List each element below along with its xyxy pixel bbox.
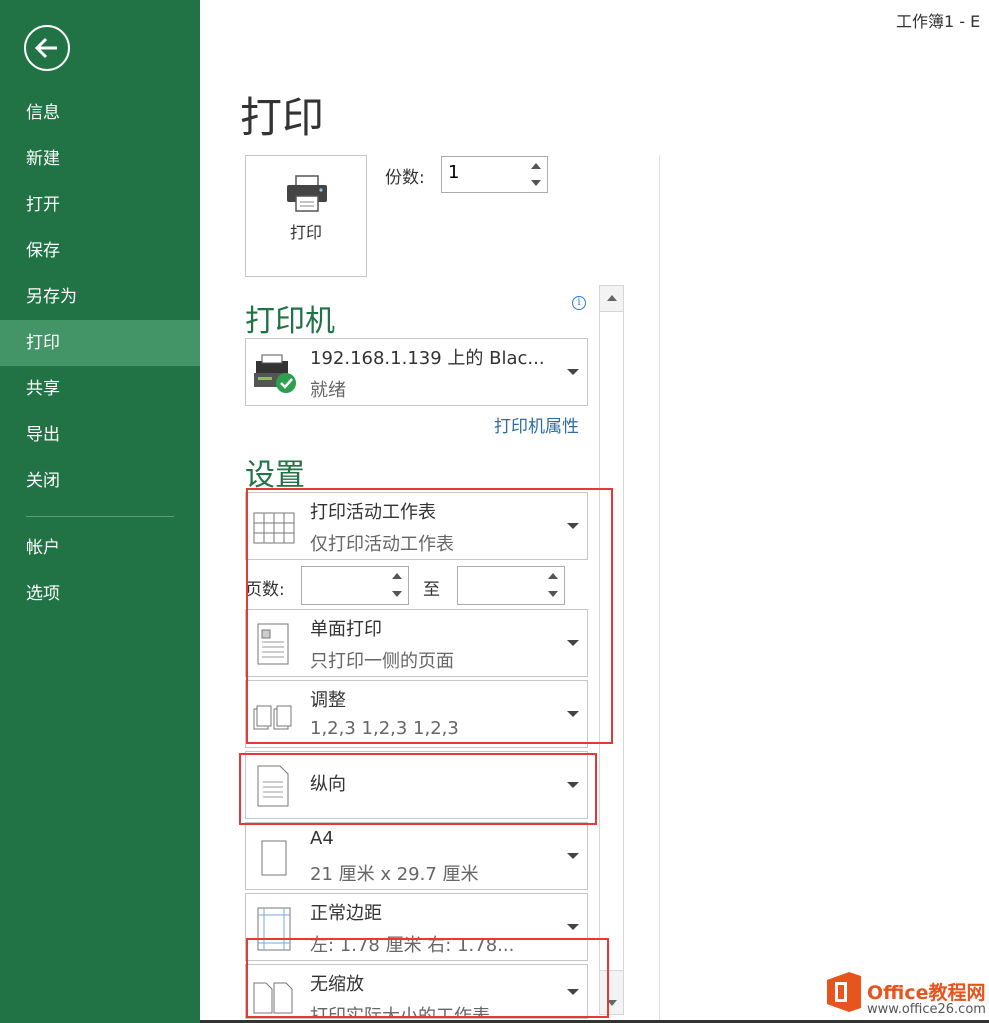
nav-item-print[interactable]: 打印 (0, 320, 200, 366)
highlight-box-orientation (239, 753, 597, 825)
nav-item-options[interactable]: 选项 (0, 571, 200, 617)
paper-size-dropdown[interactable]: A4 21 厘米 x 29.7 厘米 (245, 822, 588, 890)
info-icon[interactable]: i (572, 296, 586, 310)
watermark-title: Office教程网 (867, 982, 986, 1004)
page-title: 打印 (240, 93, 325, 142)
office-logo-icon (827, 972, 861, 1012)
spin-up-icon (531, 163, 541, 169)
back-arrow-icon (34, 37, 57, 59)
paper-size-icon (261, 840, 287, 876)
printer-icon (287, 175, 327, 212)
chevron-down-icon (567, 823, 579, 889)
nav-item-new[interactable]: 新建 (0, 136, 200, 182)
highlight-box-print-settings (246, 488, 613, 744)
copies-label: 份数: (385, 168, 425, 188)
copies-decrement[interactable] (525, 175, 547, 192)
copies-value: 1 (448, 162, 460, 183)
print-button[interactable]: 打印 (245, 155, 367, 277)
nav-item-close[interactable]: 关闭 (0, 458, 200, 504)
printer-status: 就绪 (310, 380, 346, 401)
back-button[interactable] (24, 25, 70, 71)
watermark-url: www.office26.com (867, 1002, 986, 1017)
nav-item-open[interactable]: 打开 (0, 182, 200, 228)
spin-down-icon (531, 180, 541, 186)
nav-item-account[interactable]: 帐户 (0, 525, 200, 571)
scroll-up-icon (606, 295, 617, 301)
print-button-label: 打印 (289, 223, 322, 242)
copies-input[interactable]: 1 (441, 156, 548, 193)
copies-increment[interactable] (525, 158, 547, 175)
paper-size-main: A4 (310, 828, 334, 849)
printer-section-title: 打印机 (245, 304, 335, 339)
paper-size-sub: 21 厘米 x 29.7 厘米 (310, 864, 479, 885)
printer-properties-link[interactable]: 打印机属性 (494, 412, 579, 437)
printer-name: 192.168.1.139 上的 Blac... (310, 348, 545, 369)
scroll-up-button[interactable] (600, 286, 623, 310)
margins-main: 正常边距 (310, 903, 382, 924)
nav-item-info[interactable]: 信息 (0, 90, 200, 136)
printer-dropdown[interactable]: 192.168.1.139 上的 Blac... 就绪 (245, 338, 588, 406)
window-title: 工作簿1 - E (896, 12, 981, 31)
backstage-sidebar: 信息 新建 打开 保存 另存为 打印 共享 导出 关闭 帐户 选项 (0, 0, 200, 1023)
chevron-down-icon (567, 339, 579, 405)
nav-item-export[interactable]: 导出 (0, 412, 200, 458)
highlight-box-scaling (246, 938, 609, 1018)
nav-divider (26, 516, 174, 517)
nav-item-save[interactable]: 保存 (0, 228, 200, 274)
preview-divider (659, 155, 660, 1023)
nav-item-share[interactable]: 共享 (0, 366, 200, 412)
printer-ready-icon (254, 354, 296, 393)
nav-item-save-as[interactable]: 另存为 (0, 274, 200, 320)
